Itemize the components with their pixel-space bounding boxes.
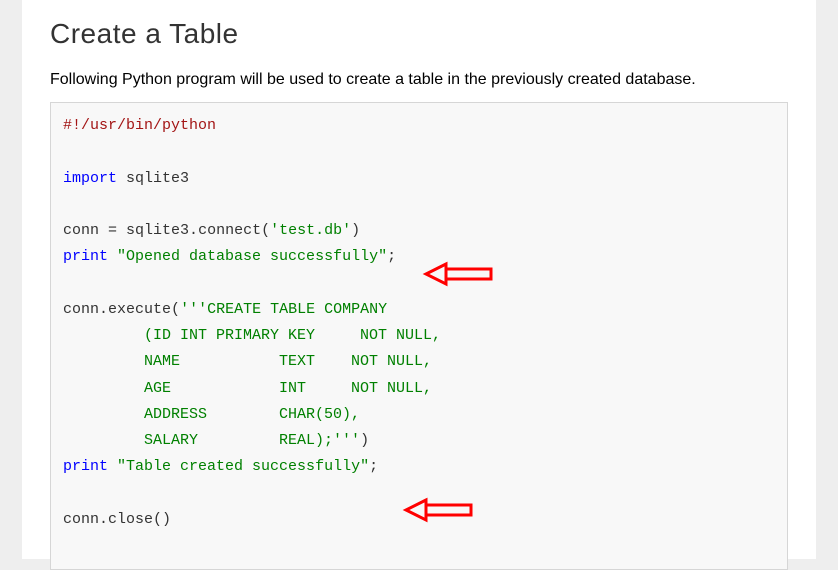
code-conn-b: sqlite3 [117, 222, 189, 239]
code-parens3: () [153, 511, 171, 528]
code-fn-execute: execute [108, 301, 171, 318]
document-page: Create a Table Following Python program … [22, 0, 816, 559]
heading: Create a Table [50, 18, 788, 50]
code-paren-close2: ) [360, 432, 369, 449]
code-close-a: conn [63, 511, 99, 528]
code-str-create: '''CREATE TABLE COMPANY (ID INT PRIMARY … [63, 301, 441, 449]
code-kw-print1: print [63, 248, 108, 265]
code-op-dot3: . [99, 511, 108, 528]
code-conn-a: conn [63, 222, 108, 239]
code-str-testdb: 'test.db' [270, 222, 351, 239]
code-fn-connect: connect [198, 222, 261, 239]
code-semi1: ; [387, 248, 396, 265]
code-kw-print2: print [63, 458, 108, 475]
code-sp1 [108, 248, 117, 265]
code-paren-open2: ( [171, 301, 180, 318]
annotation-arrow-1 [421, 206, 496, 315]
code-exec-a: conn [63, 301, 99, 318]
code-op-dot1: . [189, 222, 198, 239]
code-op-dot2: . [99, 301, 108, 318]
intro-paragraph: Following Python program will be used to… [50, 68, 788, 92]
code-kw-import: import [63, 170, 117, 187]
code-sp2 [108, 458, 117, 475]
code-str-opened: "Opened database successfully" [117, 248, 387, 265]
code-paren-close1: ) [351, 222, 360, 239]
code-op-eq: = [108, 222, 117, 239]
code-paren-open1: ( [261, 222, 270, 239]
code-fn-close: close [108, 511, 153, 528]
code-block: #!/usr/bin/python import sqlite3 conn = … [50, 102, 788, 570]
code-str-created: "Table created successfully" [117, 458, 369, 475]
annotation-arrow-2 [401, 442, 476, 551]
code-shebang: #!/usr/bin/python [63, 117, 216, 134]
code-semi2: ; [369, 458, 378, 475]
code-module: sqlite3 [117, 170, 189, 187]
